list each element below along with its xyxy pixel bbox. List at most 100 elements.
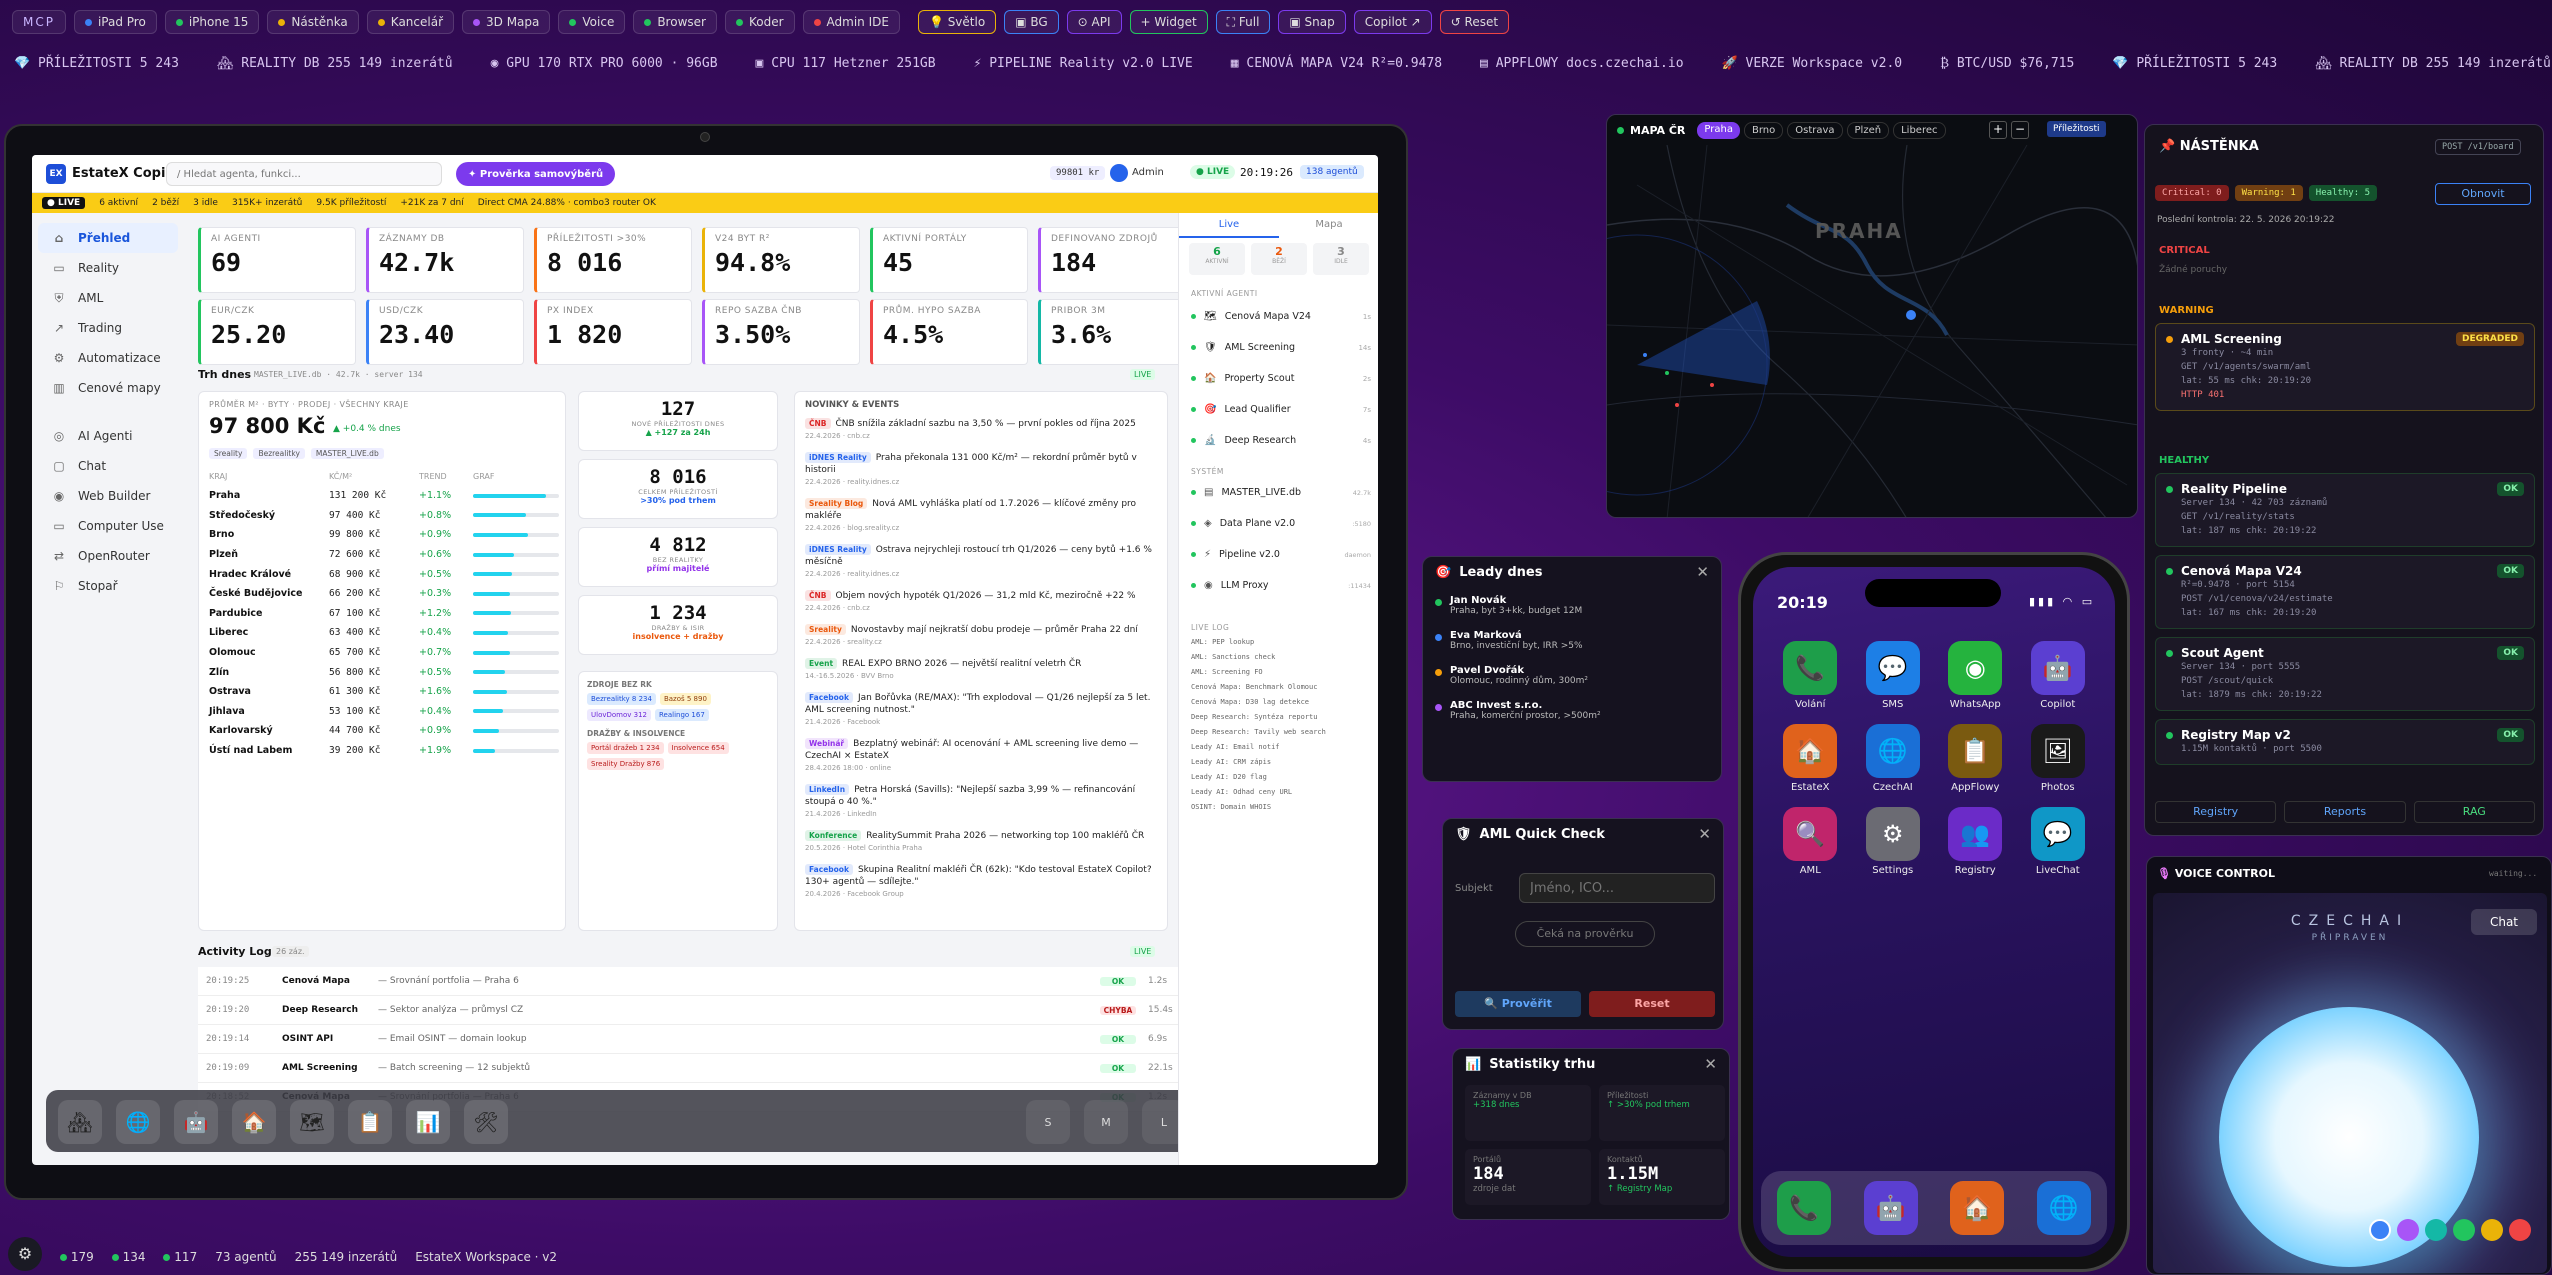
topbar-item-1[interactable]: iPhone 15 [164, 10, 260, 34]
phone-app-appflowy[interactable]: 📋 AppFlowy [1934, 724, 2017, 793]
color-swatch[interactable] [2481, 1219, 2503, 1241]
board-footer-rag[interactable]: RAG [2413, 801, 2535, 823]
topbar-item-5[interactable]: Voice [558, 10, 626, 34]
refresh-button[interactable]: Obnovit [2435, 183, 2531, 205]
activity-row[interactable]: 20:19:14 OSINT API — Email OSINT — domain … [198, 1025, 1188, 1054]
source-tag[interactable]: Bezrealitky 8 234 [587, 693, 656, 705]
sidebar-item-computer-use[interactable]: ▭ Computer Use [38, 511, 178, 541]
sidebar-item-reality[interactable]: ▭ Reality [38, 253, 178, 283]
check-button[interactable]: 🔍 Prověřit [1455, 991, 1581, 1017]
topbar-action-7[interactable]: ↺ Reset [1439, 10, 1510, 34]
topbar-item-7[interactable]: Koder [724, 10, 795, 34]
agent-item[interactable]: 🔬 Deep Research 4s [1179, 425, 1378, 456]
activity-row[interactable]: 20:19:09 AML Screening — Batch screening —… [198, 1054, 1188, 1083]
dock-app-icon[interactable]: 🤖 [174, 1100, 218, 1144]
dock-app-icon[interactable]: 📋 [348, 1100, 392, 1144]
sidebar-item-chat[interactable]: ▢ Chat [38, 451, 178, 481]
scan-button[interactable]: ✦ Prověrka samovýběrů [456, 162, 616, 186]
phone-app-settings[interactable]: ⚙ Settings [1852, 807, 1935, 876]
dock-app-icon[interactable]: 🏠 [232, 1100, 276, 1144]
map-tab-brno[interactable]: Brno [1743, 121, 1784, 139]
lead-item[interactable]: Pavel Dvořák Olomouc, rodinný dům, 300m² [1435, 665, 1711, 686]
map-canvas[interactable] [1607, 145, 2138, 518]
table-row[interactable]: Liberec 63 400 Kč +0.4% [209, 623, 559, 643]
color-swatch[interactable] [2425, 1219, 2447, 1241]
opportunities-button[interactable]: Příležitosti [2047, 121, 2106, 137]
map-tab-plzeň[interactable]: Plzeň [1846, 121, 1890, 139]
dock-app-icon[interactable]: 🏘 [58, 1100, 102, 1144]
board-item[interactable]: Reality Pipeline OK Server 134 · 42 703 zá… [2155, 473, 2535, 547]
topbar-action-6[interactable]: Copilot ↗ [1353, 10, 1432, 34]
color-swatch[interactable] [2453, 1219, 2475, 1241]
agent-item[interactable]: 🗺 Cenová Mapa V24 1s [1179, 301, 1378, 332]
topbar-action-5[interactable]: ▣ Snap [1278, 10, 1346, 34]
news-item[interactable]: ČNB ČNB snížila základní sazbu na 3,50 % … [805, 418, 1161, 442]
source-chip[interactable]: MASTER_LIVE.db [310, 448, 384, 459]
news-item[interactable]: ČNB Objem nových hypoték Q1/2026 — 31,2 m… [805, 590, 1161, 614]
table-row[interactable]: České Budějovice 66 200 Kč +0.3% [209, 584, 559, 604]
table-row[interactable]: Olomouc 65 700 Kč +0.7% [209, 643, 559, 663]
avatar[interactable] [1110, 164, 1128, 182]
chat-button[interactable]: Chat [2471, 909, 2537, 935]
source-chip[interactable]: Sreality [209, 448, 248, 459]
size-button[interactable]: S [1026, 1100, 1070, 1144]
topbar-action-0[interactable]: 💡 Světlo [917, 10, 997, 34]
close-icon[interactable]: ✕ [1698, 825, 1711, 843]
map-tab-liberec[interactable]: Liberec [1893, 121, 1946, 139]
color-swatch[interactable] [2369, 1219, 2391, 1241]
topbar-item-6[interactable]: Browser [633, 10, 717, 34]
agent-item[interactable]: 🎯 Lead Qualifier 7s [1179, 394, 1378, 425]
news-item[interactable]: iDNES Reality Ostrava nejrychleji rostouc… [805, 544, 1161, 580]
phone-app-whatsapp[interactable]: ◉ WhatsApp [1934, 641, 2017, 710]
sidebar-item-automatizace[interactable]: ⚙ Automatizace [38, 343, 178, 373]
sidebar-item-trading[interactable]: ↗ Trading [38, 313, 178, 343]
activity-row[interactable]: 20:19:25 Cenová Mapa — Srovnání portfolia … [198, 967, 1188, 996]
news-item[interactable]: Konference RealitySummit Praha 2026 — net… [805, 830, 1161, 854]
topbar-action-1[interactable]: ▣ BG [1004, 10, 1059, 34]
table-row[interactable]: Pardubice 67 100 Kč +1.2% [209, 604, 559, 624]
zoom-out-button[interactable]: − [2011, 121, 2029, 139]
news-item[interactable]: LinkedIn Petra Horská (Savills): "Nejlepš… [805, 784, 1161, 820]
topbar-action-2[interactable]: ⊙ API [1066, 10, 1122, 34]
search-input[interactable] [166, 162, 442, 186]
phone-app-registry[interactable]: 👥 Registry [1934, 807, 2017, 876]
system-item[interactable]: ◈ Data Plane v2.0:5180 [1179, 508, 1378, 539]
sidebar-item-ai-agenti[interactable]: ◎ AI Agenti [38, 421, 178, 451]
system-item[interactable]: ⚡ Pipeline v2.0 daemon [1179, 539, 1378, 570]
subject-input[interactable] [1519, 873, 1715, 903]
topbar-action-4[interactable]: ⛶ Full [1215, 10, 1271, 34]
news-item[interactable]: Event REAL EXPO BRNO 2026 — největší real… [805, 658, 1161, 682]
reset-button[interactable]: Reset [1589, 991, 1715, 1017]
phone-app-photos[interactable]: 🖼 Photos [2017, 724, 2100, 793]
topbar-item-8[interactable]: Admin IDE [802, 10, 900, 34]
topbar-action-3[interactable]: + Widget [1129, 10, 1208, 34]
board-item[interactable]: AML Screening DEGRADED 3 fronty · ~4 min GE… [2155, 323, 2535, 411]
phone-app-czechai[interactable]: 🌐 CzechAI [1852, 724, 1935, 793]
tab-mapa[interactable]: Mapa [1279, 219, 1378, 238]
activity-row[interactable]: 20:19:20 Deep Research — Sektor analýza — … [198, 996, 1188, 1025]
table-row[interactable]: Středočeský 97 400 Kč +0.8% [209, 506, 559, 526]
table-row[interactable]: Ostrava 61 300 Kč +1.6% [209, 682, 559, 702]
topbar-item-2[interactable]: Nástěnka [267, 10, 359, 34]
dock-app-icon[interactable]: 🤖 [1863, 1181, 1918, 1235]
news-item[interactable]: Sreality Blog Nová AML vyhláška platí od … [805, 498, 1161, 534]
board-item[interactable]: Scout Agent OK Server 134 · port 5555 POST … [2155, 637, 2535, 711]
sidebar-item-přehled[interactable]: ⌂ Přehled [38, 223, 178, 253]
agent-item[interactable]: 🛡 AML Screening 14s [1179, 332, 1378, 363]
topbar-item-4[interactable]: 3D Mapa [462, 10, 551, 34]
source-tag[interactable]: Bazoš 5 890 [659, 693, 711, 705]
news-item[interactable]: Webinář Bezplatný webinář: AI ocenování +… [805, 738, 1161, 774]
dock-app-icon[interactable]: 📞 [1777, 1181, 1832, 1235]
tab-live[interactable]: Live [1179, 219, 1279, 238]
size-button[interactable]: M [1084, 1100, 1128, 1144]
board-item[interactable]: Cenová Mapa V24 OK R²=0.9478 · port 5154 PO… [2155, 555, 2535, 629]
system-item[interactable]: ◉ LLM Proxy:11434 [1179, 570, 1378, 601]
lead-item[interactable]: Jan Novák Praha, byt 3+kk, budget 12M [1435, 595, 1711, 616]
lead-item[interactable]: Eva Marková Brno, investiční byt, IRR >5% [1435, 630, 1711, 651]
sidebar-item-cenové-mapy[interactable]: ▥ Cenové mapy [38, 373, 178, 403]
map-tab-praha[interactable]: Praha [1697, 121, 1740, 139]
table-row[interactable]: Karlovarský 44 700 Kč +0.9% [209, 721, 559, 741]
phone-app-estatex[interactable]: 🏠 EstateX [1769, 724, 1852, 793]
auction-tag[interactable]: Insolvence 654 [667, 742, 729, 754]
topbar-item-0[interactable]: iPad Pro [73, 10, 157, 34]
